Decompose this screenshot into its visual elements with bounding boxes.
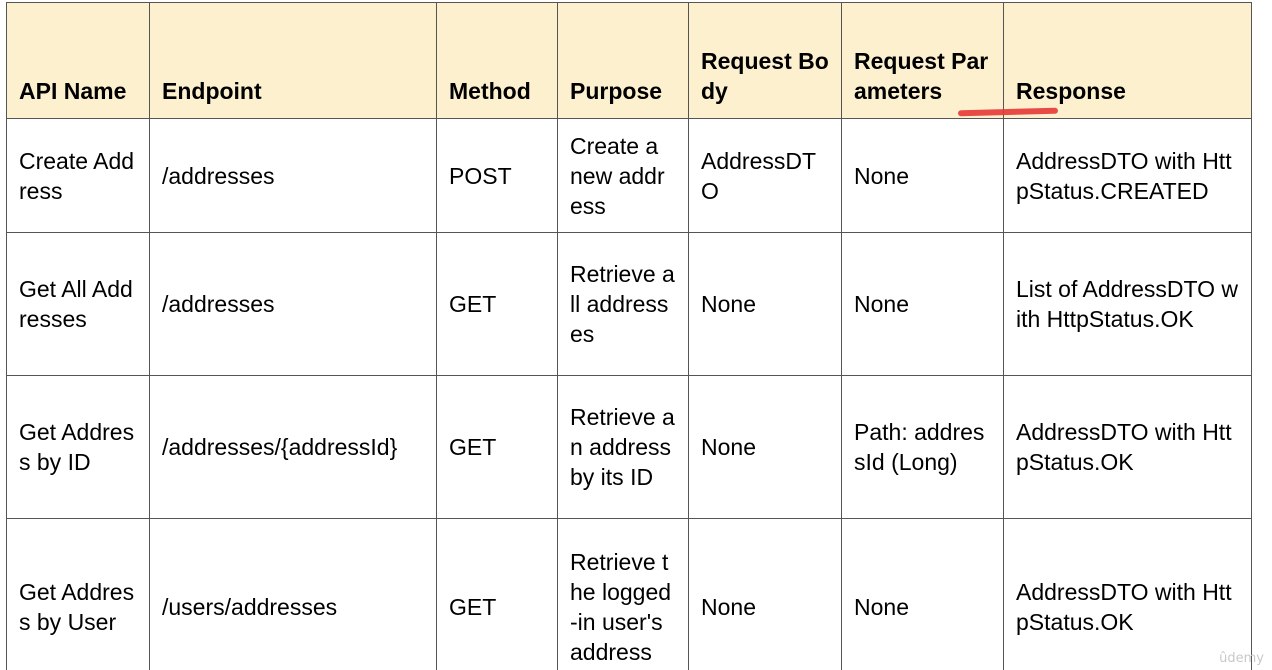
cell-response: List of AddressDTO with HttpStatus.OK bbox=[1003, 232, 1252, 376]
cell-request-body: None bbox=[688, 375, 842, 519]
cell-api-name: Get Address by ID bbox=[6, 375, 150, 519]
document-page: API Name Endpoint Method Purpose Request… bbox=[0, 0, 1272, 670]
table-header-row: API Name Endpoint Method Purpose Request… bbox=[6, 2, 1252, 119]
cell-request-parameters: Path: addressId (Long) bbox=[841, 375, 1004, 519]
table-row: Get Address by ID /addresses/{addressId}… bbox=[6, 375, 1252, 519]
header-method: Method bbox=[436, 2, 558, 119]
table-row: Create Address /addresses POST Create a … bbox=[6, 118, 1252, 233]
header-api-name: API Name bbox=[6, 2, 150, 119]
header-request-body: Request Body bbox=[688, 2, 842, 119]
cell-method: POST bbox=[436, 118, 558, 233]
udemy-watermark: ûdemy bbox=[1219, 651, 1264, 666]
cell-endpoint: /users/addresses bbox=[149, 518, 437, 670]
cell-request-body: AddressDTO bbox=[688, 118, 842, 233]
header-request-parameters: Request Parameters bbox=[841, 2, 1004, 119]
cell-request-parameters: None bbox=[841, 232, 1004, 376]
cell-method: GET bbox=[436, 518, 558, 670]
header-endpoint: Endpoint bbox=[149, 2, 437, 119]
header-response: Response bbox=[1003, 2, 1252, 119]
cell-response: AddressDTO with HttpStatus.OK bbox=[1003, 518, 1252, 670]
table-row: Get Address by User /users/addresses GET… bbox=[6, 518, 1252, 670]
cell-response: AddressDTO with HttpStatus.CREATED bbox=[1003, 118, 1252, 233]
cell-purpose: Retrieve an address by its ID bbox=[557, 375, 689, 519]
cell-request-body: None bbox=[688, 518, 842, 670]
cell-response: AddressDTO with HttpStatus.OK bbox=[1003, 375, 1252, 519]
cell-purpose: Retrieve all addresses bbox=[557, 232, 689, 376]
cell-request-parameters: None bbox=[841, 518, 1004, 670]
cell-request-parameters: None bbox=[841, 118, 1004, 233]
cell-endpoint: /addresses/{addressId} bbox=[149, 375, 437, 519]
table-row: Get All Addresses /addresses GET Retriev… bbox=[6, 232, 1252, 376]
cell-purpose: Create a new address bbox=[557, 118, 689, 233]
cell-api-name: Get All Addresses bbox=[6, 232, 150, 376]
cell-method: GET bbox=[436, 375, 558, 519]
cell-request-body: None bbox=[688, 232, 842, 376]
cell-purpose: Retrieve the logged-in user's address bbox=[557, 518, 689, 670]
cell-api-name: Get Address by User bbox=[6, 518, 150, 670]
cell-endpoint: /addresses bbox=[149, 118, 437, 233]
cell-method: GET bbox=[436, 232, 558, 376]
api-table: API Name Endpoint Method Purpose Request… bbox=[6, 2, 1252, 670]
cell-api-name: Create Address bbox=[6, 118, 150, 233]
cell-endpoint: /addresses bbox=[149, 232, 437, 376]
header-purpose: Purpose bbox=[557, 2, 689, 119]
